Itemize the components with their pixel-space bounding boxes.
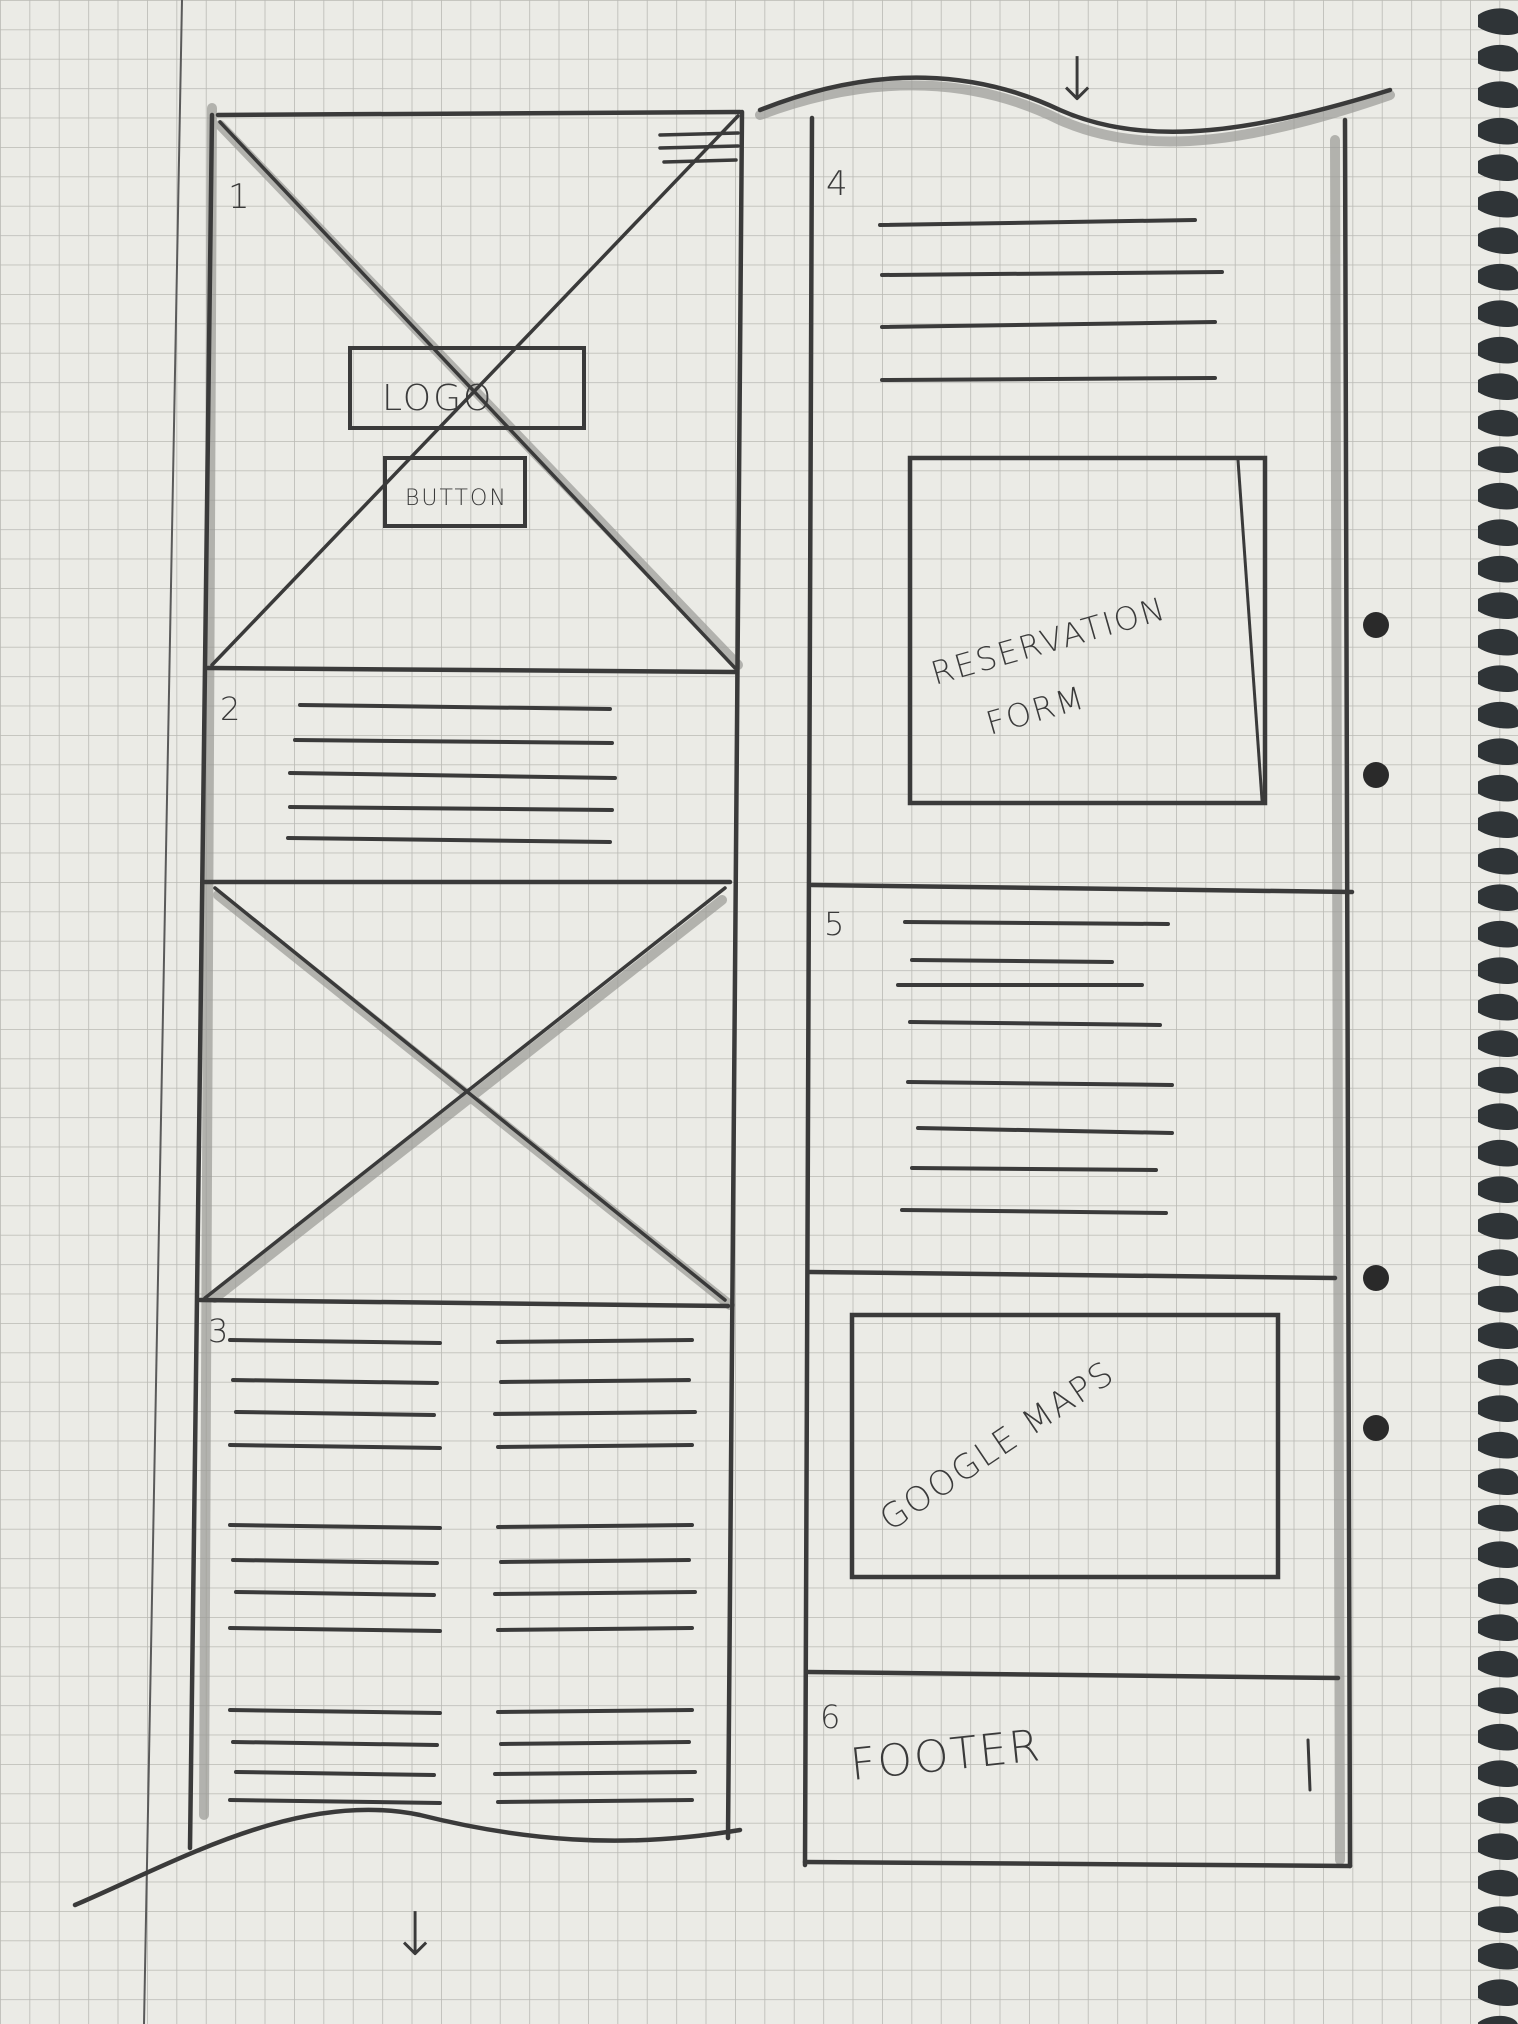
text-line xyxy=(493,1590,697,1596)
text-line xyxy=(496,1443,694,1449)
section-1-number: 1 xyxy=(228,177,252,217)
text-line xyxy=(496,1708,694,1714)
text-line xyxy=(496,1626,694,1632)
section-5-number: 5 xyxy=(824,905,846,943)
section-6-number: 6 xyxy=(820,1698,842,1736)
text-line xyxy=(493,1770,697,1776)
text-line xyxy=(496,1798,694,1804)
text-line xyxy=(499,1558,691,1564)
text-line xyxy=(499,1740,691,1746)
text-line xyxy=(496,1523,694,1529)
section-3-number: 3 xyxy=(208,1312,230,1350)
text-line xyxy=(493,1410,697,1416)
graph-paper xyxy=(0,0,1518,2024)
text-line xyxy=(496,1338,694,1344)
right-scroll-arrow: ↓ xyxy=(1052,45,1104,115)
wireframe-sketch: 1 LOGO BUTTON 2 3 ↓ ↓ 4 RESERVATION FORM… xyxy=(0,0,1518,2024)
logo-label: LOGO xyxy=(382,378,493,419)
section-4-number: 4 xyxy=(826,164,850,204)
section-2-number: 2 xyxy=(220,690,242,728)
left-scroll-arrow: ↓ xyxy=(390,1900,442,1970)
text-line xyxy=(499,1378,691,1384)
button-label: BUTTON xyxy=(405,486,508,511)
